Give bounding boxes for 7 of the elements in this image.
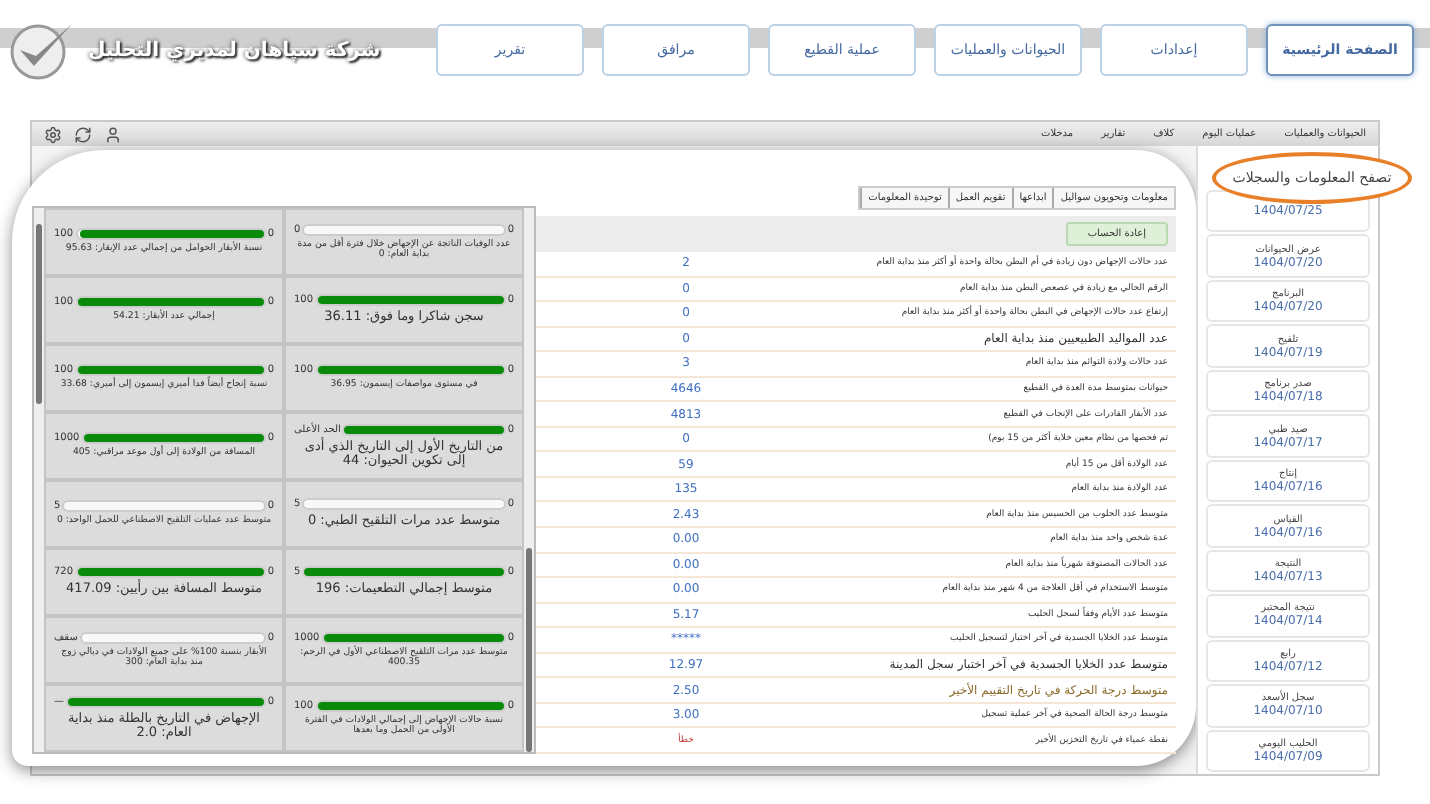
refresh-icon[interactable] <box>74 125 92 143</box>
settings-icon[interactable] <box>44 125 62 143</box>
user-icon[interactable] <box>104 125 122 143</box>
company-title: شركة سپاهان لمديري التحليل <box>88 39 381 61</box>
scrollbar[interactable] <box>34 208 44 752</box>
scrollbar[interactable] <box>524 208 534 752</box>
check-logo-icon <box>8 20 76 80</box>
